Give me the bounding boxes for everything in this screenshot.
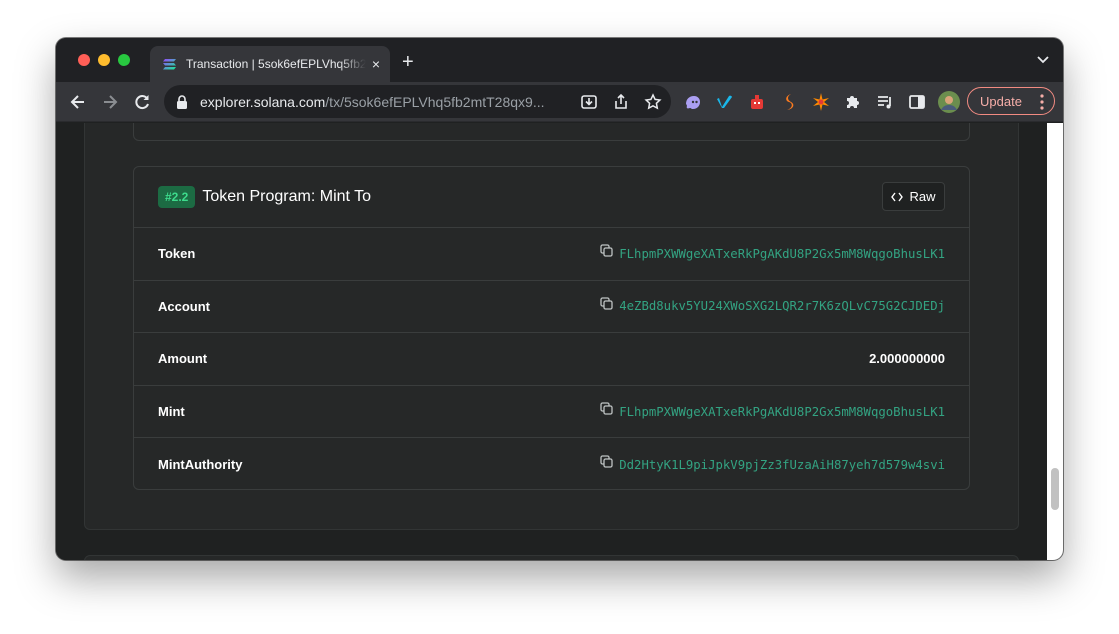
- tab-transaction[interactable]: Transaction | 5sok6efEPLVhq5fb2mtT28qx9 …: [150, 46, 390, 82]
- table-row: Token FLhpmPXWWgeXATxeRkPgAKdU8P2Gx5mM8Wq…: [134, 228, 969, 281]
- vimeo-extension-icon[interactable]: [715, 92, 735, 112]
- raw-button[interactable]: Raw: [882, 182, 945, 211]
- tab-title: Transaction | 5sok6efEPLVhq5fb2mtT28qx9: [186, 57, 366, 71]
- instruction-rows: Token FLhpmPXWWgeXATxeRkPgAKdU8P2Gx5mM8Wq…: [134, 228, 969, 489]
- tab-strip: Transaction | 5sok6efEPLVhq5fb2mtT28qx9 …: [56, 38, 1063, 82]
- profile-avatar[interactable]: [938, 91, 960, 113]
- code-icon: [891, 192, 904, 201]
- media-queue-icon[interactable]: [875, 92, 895, 112]
- tab-search-chevron-icon[interactable]: [1037, 56, 1049, 64]
- install-app-icon[interactable]: [580, 93, 598, 111]
- copy-icon[interactable]: [600, 244, 613, 257]
- update-button[interactable]: Update: [967, 87, 1055, 115]
- row-label: Token: [158, 246, 196, 262]
- row-value: 4eZBd8ukv5YU24XWoSXG2LQR2r7K6zQLvC75G2CJ…: [600, 297, 945, 313]
- instruction-index-badge: #2.2: [158, 186, 196, 208]
- new-tab-button[interactable]: +: [402, 52, 414, 72]
- previous-instruction-card: [133, 123, 970, 141]
- page-scrollbar[interactable]: [1047, 123, 1063, 560]
- puzzle-icon[interactable]: [843, 92, 863, 112]
- row-value: FLhpmPXWWgeXATxeRkPgAKdU8P2Gx5mM8WqgoBhu…: [600, 402, 945, 419]
- url-text[interactable]: explorer.solana.com/tx/5sok6efEPLVhq5fb2…: [200, 94, 570, 110]
- table-row: MintAuthority Dd2HtyK1L9piJpkV9pjZz3fUzaA…: [134, 438, 969, 489]
- zoom-window-button[interactable]: [118, 54, 130, 66]
- forward-arrow-icon[interactable]: [100, 92, 120, 112]
- bookmark-star-icon[interactable]: [644, 93, 662, 111]
- reload-icon[interactable]: [132, 92, 152, 112]
- scrollbar-thumb[interactable]: [1051, 468, 1059, 510]
- browser-toolbar: explorer.solana.com/tx/5sok6efEPLVhq5fb2…: [56, 82, 1063, 122]
- address-link[interactable]: FLhpmPXWWgeXATxeRkPgAKdU8P2Gx5mM8WqgoBhu…: [619, 247, 945, 261]
- amount-value: 2.000000000: [869, 351, 945, 367]
- row-value: FLhpmPXWWgeXATxeRkPgAKdU8P2Gx5mM8WqgoBhu…: [600, 244, 945, 261]
- table-row: Mint FLhpmPXWWgeXATxeRkPgAKdU8P2Gx5mM8Wqg…: [134, 386, 969, 439]
- copy-icon[interactable]: [600, 402, 613, 415]
- row-value: Dd2HtyK1L9piJpkV9pjZz3fUzaAiH87yeh7d579w…: [600, 455, 945, 472]
- next-section-card: [84, 555, 1019, 560]
- solflare-extension-icon[interactable]: [779, 92, 799, 112]
- table-row: Amount 2.000000000: [134, 333, 969, 386]
- row-label: Mint: [158, 404, 185, 420]
- row-label: MintAuthority: [158, 457, 243, 473]
- instruction-title: Token Program: Mint To: [202, 188, 372, 205]
- address-link[interactable]: FLhpmPXWWgeXATxeRkPgAKdU8P2Gx5mM8WqgoBhu…: [619, 405, 945, 419]
- address-link[interactable]: Dd2HtyK1L9piJpkV9pjZz3fUzaAiH87yeh7d579w…: [619, 458, 945, 472]
- raw-label: Raw: [909, 189, 936, 204]
- tab-close-icon[interactable]: ×: [368, 56, 384, 72]
- address-bar[interactable]: explorer.solana.com/tx/5sok6efEPLVhq5fb2…: [164, 85, 671, 118]
- solana-favicon-icon: [163, 59, 176, 70]
- robot-extension-icon[interactable]: [747, 92, 767, 112]
- row-value: 2.000000000: [869, 351, 945, 366]
- starburst-extension-icon[interactable]: [811, 92, 831, 112]
- row-label: Amount: [158, 351, 208, 367]
- ghost-extension-icon[interactable]: [683, 92, 703, 112]
- instruction-card: #2.2 Token Program: Mint To Raw Token FLh…: [133, 166, 970, 490]
- update-label: Update: [980, 93, 1022, 109]
- close-window-button[interactable]: [78, 54, 90, 66]
- more-options-icon[interactable]: [1040, 94, 1044, 110]
- back-arrow-icon[interactable]: [68, 92, 88, 112]
- page-viewport: #2.2 Token Program: Mint To Raw Token FLh…: [56, 123, 1047, 560]
- lock-icon[interactable]: [176, 94, 188, 109]
- side-panel-icon[interactable]: [907, 92, 927, 112]
- copy-icon[interactable]: [600, 297, 613, 310]
- copy-icon[interactable]: [600, 455, 613, 468]
- table-row: Account 4eZBd8ukv5YU24XWoSXG2LQR2r7K6zQLv…: [134, 281, 969, 334]
- instruction-header: #2.2 Token Program: Mint To Raw: [134, 167, 969, 228]
- address-link[interactable]: 4eZBd8ukv5YU24XWoSXG2LQR2r7K6zQLvC75G2CJ…: [619, 299, 945, 313]
- minimize-window-button[interactable]: [98, 54, 110, 66]
- share-icon[interactable]: [612, 93, 630, 111]
- browser-window: Transaction | 5sok6efEPLVhq5fb2mtT28qx9 …: [56, 38, 1063, 560]
- row-label: Account: [158, 298, 210, 314]
